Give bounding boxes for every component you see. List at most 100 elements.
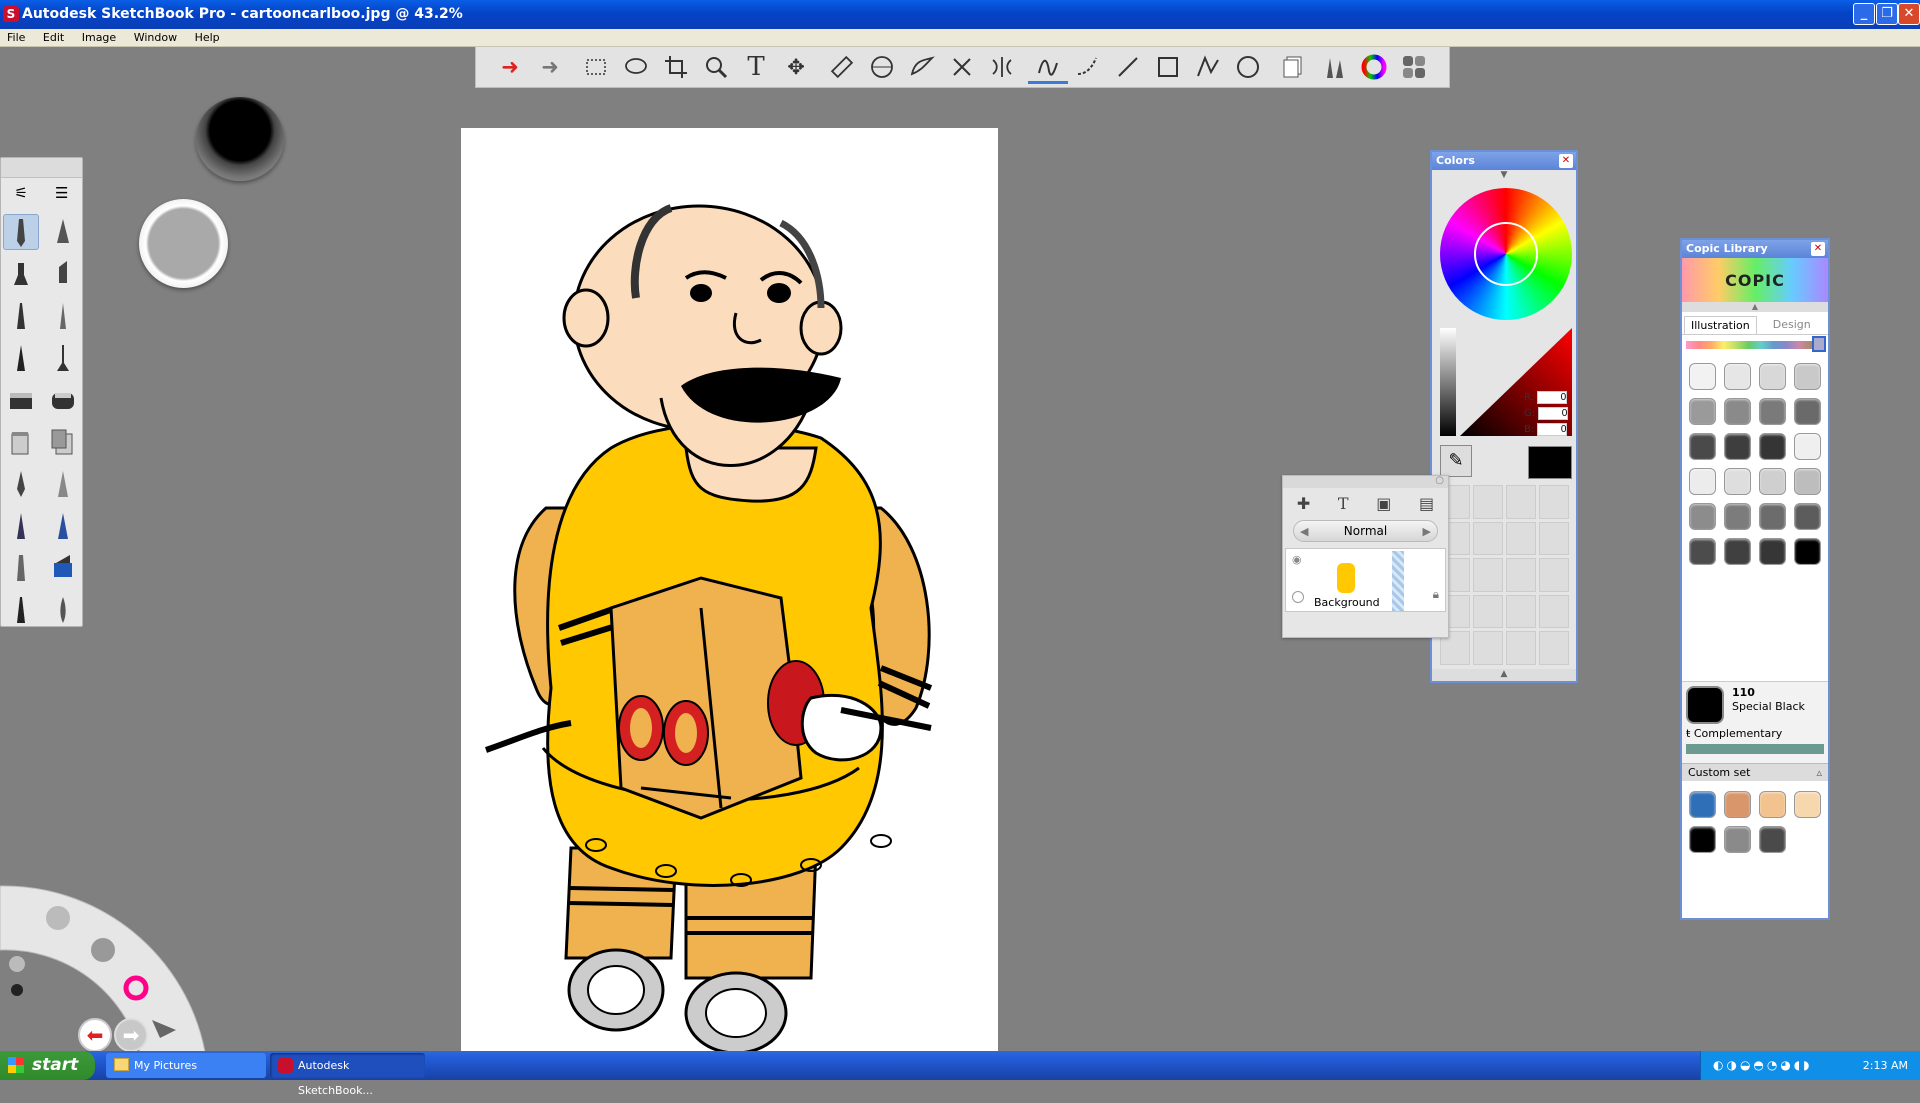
add-layer-icon[interactable]: ✚	[1297, 494, 1310, 513]
delete-layer-icon[interactable]: ▤	[1419, 494, 1434, 513]
copic-swatch[interactable]	[1724, 503, 1751, 530]
copic-marker-icon[interactable]	[45, 508, 81, 544]
color-wheel[interactable]	[1440, 188, 1572, 320]
copic-swatch[interactable]	[1794, 468, 1821, 495]
copic-library-icon[interactable]	[1394, 50, 1434, 84]
lasso-select-icon[interactable]	[616, 50, 656, 84]
soft-eraser-icon[interactable]	[45, 382, 81, 418]
empty-swatch[interactable]	[1539, 558, 1569, 592]
burn-brush-icon[interactable]	[45, 550, 81, 586]
copic-swatch[interactable]	[1689, 433, 1716, 460]
custom-set-collapse-icon[interactable]: ▵	[1816, 764, 1822, 782]
curve-icon[interactable]	[1068, 50, 1108, 84]
copic-swatch[interactable]	[1759, 363, 1786, 390]
add-image-layer-icon[interactable]: ▣	[1376, 494, 1391, 513]
tab-illustration[interactable]: Illustration	[1684, 316, 1757, 334]
freehand-stroke-icon[interactable]	[1028, 50, 1068, 84]
brush-properties-icon[interactable]: ⚟	[15, 184, 28, 202]
undo-icon[interactable]: ➜	[490, 50, 530, 84]
ballpoint-brush-icon[interactable]	[45, 214, 81, 250]
restore-button[interactable]: ❐	[1876, 3, 1898, 25]
copic-swatch[interactable]	[1689, 503, 1716, 530]
menu-edit[interactable]: Edit	[36, 29, 71, 47]
copic-swatch[interactable]	[1759, 468, 1786, 495]
copic-swatch[interactable]	[1724, 433, 1751, 460]
zoom-icon[interactable]	[696, 50, 736, 84]
empty-swatch[interactable]	[1473, 485, 1503, 519]
sharpen-brush-icon[interactable]	[3, 508, 39, 544]
ellipse-shape-icon[interactable]	[1228, 50, 1268, 84]
menu-file[interactable]: File	[0, 29, 32, 47]
copic-swatch[interactable]	[1689, 826, 1716, 853]
rectangle-select-icon[interactable]	[576, 50, 616, 84]
lagoon-undo-icon[interactable]: ⬅	[78, 1018, 112, 1052]
brush-size-puck[interactable]	[196, 97, 284, 181]
airbrush-icon[interactable]	[3, 256, 39, 292]
copic-swatch[interactable]	[1759, 826, 1786, 853]
g-field[interactable]	[1538, 407, 1569, 420]
synthetic-brush-icon[interactable]	[3, 592, 39, 628]
sketchbook-app-icon[interactable]: S	[3, 6, 19, 22]
copic-swatch[interactable]	[1794, 398, 1821, 425]
redo-icon[interactable]: ➜	[530, 50, 570, 84]
copic-swatch[interactable]	[1724, 826, 1751, 853]
copic-complementary[interactable]: ŧ Complementary	[1686, 727, 1782, 740]
copic-close-icon[interactable]: ✕	[1811, 242, 1825, 256]
layer-lock-icon[interactable]: 🔒︎	[1433, 587, 1439, 602]
colors-close-icon[interactable]: ✕	[1559, 154, 1573, 168]
copic-swatch[interactable]	[1794, 503, 1821, 530]
smudge-brush-icon[interactable]	[3, 466, 39, 502]
eyedropper-icon[interactable]: ✎	[1440, 445, 1472, 477]
blur-brush-icon[interactable]	[45, 466, 81, 502]
empty-swatch[interactable]	[1506, 594, 1536, 629]
empty-swatch[interactable]	[1506, 485, 1536, 519]
minimize-button[interactable]: _	[1853, 3, 1875, 25]
technical-pen-icon[interactable]	[45, 340, 81, 376]
inking-pen-icon[interactable]	[3, 340, 39, 376]
copic-collapse-icon[interactable]: ▲	[1682, 302, 1828, 312]
copic-swatch[interactable]	[1689, 398, 1716, 425]
colors-collapse-icon[interactable]: ▼	[1432, 170, 1576, 184]
fine-pen-icon[interactable]	[45, 298, 81, 334]
empty-swatch[interactable]	[1539, 631, 1569, 665]
toolbox-list-icon[interactable]: ☰	[55, 184, 68, 202]
copic-hue-strip[interactable]	[1686, 336, 1826, 352]
copic-swatch[interactable]	[1759, 433, 1786, 460]
layer-opacity-slider[interactable]	[1392, 551, 1404, 611]
task-my-pictures[interactable]: My Pictures	[106, 1053, 266, 1078]
copic-swatch[interactable]	[1724, 468, 1751, 495]
empty-swatch[interactable]	[1539, 521, 1569, 556]
current-color-swatch[interactable]	[1528, 446, 1572, 479]
copic-swatch[interactable]	[1794, 538, 1821, 565]
move-icon[interactable]: ✥	[776, 50, 816, 84]
r-field[interactable]	[1537, 391, 1568, 404]
menu-window[interactable]: Window	[127, 29, 184, 47]
blend-next-icon[interactable]: ▶	[1423, 525, 1431, 538]
ellipse-guide-icon[interactable]	[862, 50, 902, 84]
marker-brush-icon[interactable]	[45, 256, 81, 292]
task-sketchbook[interactable]: Autodesk SketchBook...	[270, 1053, 425, 1097]
layer-editor-close-icon[interactable]: ○	[1435, 475, 1444, 486]
custom-set-header[interactable]: Custom set ▵	[1682, 763, 1828, 781]
copic-swatch[interactable]	[1759, 791, 1786, 818]
blend-prev-icon[interactable]: ◀	[1300, 525, 1308, 538]
natural-brush-icon[interactable]	[45, 592, 81, 628]
clock[interactable]: 2:13 AM	[1863, 1051, 1908, 1080]
symmetry-x-icon[interactable]	[942, 50, 982, 84]
drawing-canvas[interactable]	[461, 128, 998, 1051]
colors-expand-icon[interactable]: ▲	[1432, 669, 1576, 681]
polyline-icon[interactable]	[1188, 50, 1228, 84]
paintbrush-icon[interactable]	[3, 298, 39, 334]
empty-swatch[interactable]	[1473, 631, 1503, 665]
symmetry-y-icon[interactable]	[982, 50, 1022, 84]
copic-swatch[interactable]	[1759, 398, 1786, 425]
tab-design[interactable]: Design	[1767, 316, 1817, 334]
paint-bucket-icon[interactable]	[3, 424, 39, 460]
empty-swatch[interactable]	[1539, 594, 1569, 629]
empty-swatch[interactable]	[1473, 594, 1503, 629]
empty-swatch[interactable]	[1539, 485, 1569, 519]
pencil-brush-icon[interactable]	[3, 214, 39, 250]
menu-help[interactable]: Help	[188, 29, 227, 47]
copic-swatch[interactable]	[1724, 538, 1751, 565]
empty-swatch[interactable]	[1473, 558, 1503, 592]
